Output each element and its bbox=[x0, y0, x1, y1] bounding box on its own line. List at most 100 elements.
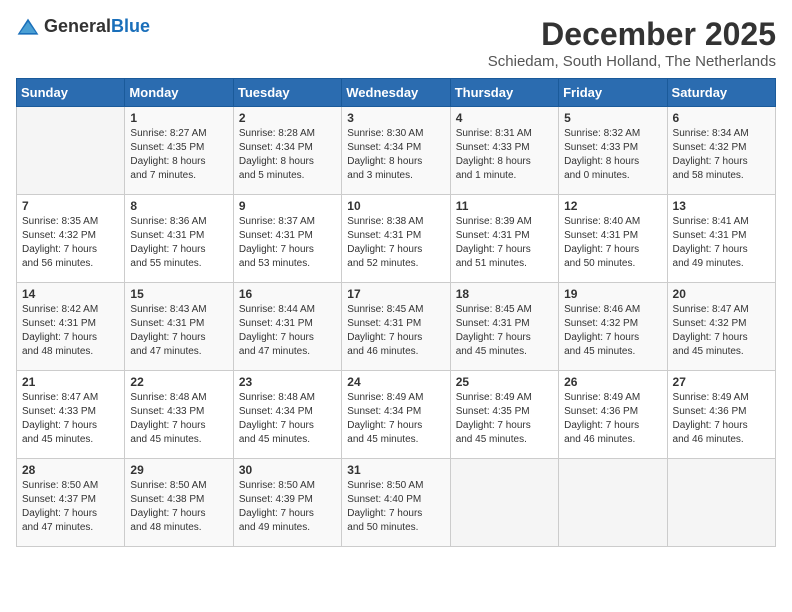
cell-content: Sunrise: 8:43 AM Sunset: 4:31 PM Dayligh… bbox=[130, 303, 227, 359]
calendar-cell: 1Sunrise: 8:27 AM Sunset: 4:35 PM Daylig… bbox=[125, 107, 233, 195]
day-number: 6 bbox=[673, 111, 770, 125]
calendar-cell: 29 Sunrise: 8:50 AM Sunset: 4:38 PM Dayli… bbox=[125, 459, 233, 547]
column-header-monday: Monday bbox=[125, 79, 233, 107]
week-row-4: 21 Sunrise: 8:47 AM Sunset: 4:33 PM Dayli… bbox=[17, 371, 776, 459]
calendar-cell: 25 Sunrise: 8:49 AM Sunset: 4:35 PM Dayli… bbox=[450, 371, 558, 459]
week-row-3: 14 Sunrise: 8:42 AM Sunset: 4:31 PM Dayli… bbox=[17, 283, 776, 371]
day-number: 17 bbox=[347, 287, 444, 301]
logo-general-text: General bbox=[44, 16, 111, 36]
cell-content: Sunrise: 8:35 AM Sunset: 4:32 PM Dayligh… bbox=[22, 215, 119, 271]
cell-content: Sunrise: 8:28 AM Sunset: 4:34 PM Dayligh… bbox=[239, 127, 336, 183]
cell-content: Sunrise: 8:42 AM Sunset: 4:31 PM Dayligh… bbox=[22, 303, 119, 359]
day-number: 9 bbox=[239, 199, 336, 213]
cell-content: Sunrise: 8:48 AM Sunset: 4:33 PM Dayligh… bbox=[130, 391, 227, 447]
logo-icon bbox=[16, 17, 40, 37]
day-number: 24 bbox=[347, 375, 444, 389]
cell-content: Sunrise: 8:45 AM Sunset: 4:31 PM Dayligh… bbox=[347, 303, 444, 359]
column-header-friday: Friday bbox=[559, 79, 667, 107]
calendar-cell: 7 Sunrise: 8:35 AM Sunset: 4:32 PM Daylig… bbox=[17, 195, 125, 283]
calendar-cell bbox=[450, 459, 558, 547]
cell-content: Sunrise: 8:41 AM Sunset: 4:31 PM Dayligh… bbox=[673, 215, 770, 271]
calendar-cell: 24 Sunrise: 8:49 AM Sunset: 4:34 PM Dayli… bbox=[342, 371, 450, 459]
day-number: 14 bbox=[22, 287, 119, 301]
calendar-cell: 30Sunrise: 8:50 AM Sunset: 4:39 PM Dayli… bbox=[233, 459, 341, 547]
calendar-cell: 12Sunrise: 8:40 AM Sunset: 4:31 PM Dayli… bbox=[559, 195, 667, 283]
calendar-cell: 21 Sunrise: 8:47 AM Sunset: 4:33 PM Dayli… bbox=[17, 371, 125, 459]
day-number: 28 bbox=[22, 463, 119, 477]
cell-content: Sunrise: 8:45 AM Sunset: 4:31 PM Dayligh… bbox=[456, 303, 553, 359]
day-number: 3 bbox=[347, 111, 444, 125]
cell-content: Sunrise: 8:37 AM Sunset: 4:31 PM Dayligh… bbox=[239, 215, 336, 271]
calendar-cell: 27Sunrise: 8:49 AM Sunset: 4:36 PM Dayli… bbox=[667, 371, 775, 459]
calendar-cell: 3Sunrise: 8:30 AM Sunset: 4:34 PM Daylig… bbox=[342, 107, 450, 195]
calendar-cell bbox=[667, 459, 775, 547]
week-row-2: 7 Sunrise: 8:35 AM Sunset: 4:32 PM Daylig… bbox=[17, 195, 776, 283]
day-number: 22 bbox=[130, 375, 227, 389]
day-number: 21 bbox=[22, 375, 119, 389]
cell-content: Sunrise: 8:36 AM Sunset: 4:31 PM Dayligh… bbox=[130, 215, 227, 271]
cell-content: Sunrise: 8:50 AM Sunset: 4:40 PM Dayligh… bbox=[347, 479, 444, 535]
cell-content: Sunrise: 8:48 AM Sunset: 4:34 PM Dayligh… bbox=[239, 391, 336, 447]
cell-content: Sunrise: 8:39 AM Sunset: 4:31 PM Dayligh… bbox=[456, 215, 553, 271]
calendar-cell: 6Sunrise: 8:34 AM Sunset: 4:32 PM Daylig… bbox=[667, 107, 775, 195]
cell-content: Sunrise: 8:47 AM Sunset: 4:32 PM Dayligh… bbox=[673, 303, 770, 359]
day-number: 27 bbox=[673, 375, 770, 389]
calendar-cell: 14 Sunrise: 8:42 AM Sunset: 4:31 PM Dayli… bbox=[17, 283, 125, 371]
day-number: 16 bbox=[239, 287, 336, 301]
cell-content: Sunrise: 8:47 AM Sunset: 4:33 PM Dayligh… bbox=[22, 391, 119, 447]
calendar-cell: 26Sunrise: 8:49 AM Sunset: 4:36 PM Dayli… bbox=[559, 371, 667, 459]
day-number: 5 bbox=[564, 111, 661, 125]
cell-content: Sunrise: 8:40 AM Sunset: 4:31 PM Dayligh… bbox=[564, 215, 661, 271]
calendar-cell: 9 Sunrise: 8:37 AM Sunset: 4:31 PM Daylig… bbox=[233, 195, 341, 283]
cell-content: Sunrise: 8:50 AM Sunset: 4:39 PM Dayligh… bbox=[239, 479, 336, 535]
calendar-table: SundayMondayTuesdayWednesdayThursdayFrid… bbox=[16, 78, 776, 547]
calendar-cell: 20 Sunrise: 8:47 AM Sunset: 4:32 PM Dayli… bbox=[667, 283, 775, 371]
day-number: 20 bbox=[673, 287, 770, 301]
day-number: 13 bbox=[673, 199, 770, 213]
calendar-cell: 10 Sunrise: 8:38 AM Sunset: 4:31 PM Dayli… bbox=[342, 195, 450, 283]
day-number: 18 bbox=[456, 287, 553, 301]
calendar-cell: 31 Sunrise: 8:50 AM Sunset: 4:40 PM Dayli… bbox=[342, 459, 450, 547]
header: GeneralBlue December 2025 Schiedam, Sout… bbox=[16, 16, 776, 70]
calendar-cell bbox=[559, 459, 667, 547]
month-title: December 2025 bbox=[488, 16, 776, 53]
day-number: 10 bbox=[347, 199, 444, 213]
day-number: 31 bbox=[347, 463, 444, 477]
cell-content: Sunrise: 8:32 AM Sunset: 4:33 PM Dayligh… bbox=[564, 127, 661, 183]
day-number: 23 bbox=[239, 375, 336, 389]
cell-content: Sunrise: 8:50 AM Sunset: 4:37 PM Dayligh… bbox=[22, 479, 119, 535]
cell-content: Sunrise: 8:50 AM Sunset: 4:38 PM Dayligh… bbox=[130, 479, 227, 535]
column-header-wednesday: Wednesday bbox=[342, 79, 450, 107]
week-row-5: 28 Sunrise: 8:50 AM Sunset: 4:37 PM Dayli… bbox=[17, 459, 776, 547]
calendar-cell: 13 Sunrise: 8:41 AM Sunset: 4:31 PM Dayli… bbox=[667, 195, 775, 283]
cell-content: Sunrise: 8:46 AM Sunset: 4:32 PM Dayligh… bbox=[564, 303, 661, 359]
cell-content: Sunrise: 8:38 AM Sunset: 4:31 PM Dayligh… bbox=[347, 215, 444, 271]
day-number: 4 bbox=[456, 111, 553, 125]
cell-content: Sunrise: 8:27 AM Sunset: 4:35 PM Dayligh… bbox=[130, 127, 227, 183]
calendar-cell: 8Sunrise: 8:36 AM Sunset: 4:31 PM Daylig… bbox=[125, 195, 233, 283]
cell-content: Sunrise: 8:44 AM Sunset: 4:31 PM Dayligh… bbox=[239, 303, 336, 359]
calendar-cell: 19Sunrise: 8:46 AM Sunset: 4:32 PM Dayli… bbox=[559, 283, 667, 371]
week-row-1: 1Sunrise: 8:27 AM Sunset: 4:35 PM Daylig… bbox=[17, 107, 776, 195]
location-title: Schiedam, South Holland, The Netherlands bbox=[488, 53, 776, 70]
day-number: 11 bbox=[456, 199, 553, 213]
cell-content: Sunrise: 8:49 AM Sunset: 4:36 PM Dayligh… bbox=[564, 391, 661, 447]
column-header-tuesday: Tuesday bbox=[233, 79, 341, 107]
calendar-cell: 5 Sunrise: 8:32 AM Sunset: 4:33 PM Daylig… bbox=[559, 107, 667, 195]
day-number: 29 bbox=[130, 463, 227, 477]
calendar-cell: 16 Sunrise: 8:44 AM Sunset: 4:31 PM Dayli… bbox=[233, 283, 341, 371]
day-number: 15 bbox=[130, 287, 227, 301]
calendar-cell: 17 Sunrise: 8:45 AM Sunset: 4:31 PM Dayli… bbox=[342, 283, 450, 371]
day-number: 25 bbox=[456, 375, 553, 389]
calendar-cell: 15 Sunrise: 8:43 AM Sunset: 4:31 PM Dayli… bbox=[125, 283, 233, 371]
column-header-saturday: Saturday bbox=[667, 79, 775, 107]
logo-blue-text: Blue bbox=[111, 16, 150, 36]
calendar-cell: 18 Sunrise: 8:45 AM Sunset: 4:31 PM Dayli… bbox=[450, 283, 558, 371]
day-number: 7 bbox=[22, 199, 119, 213]
cell-content: Sunrise: 8:49 AM Sunset: 4:35 PM Dayligh… bbox=[456, 391, 553, 447]
logo: GeneralBlue bbox=[16, 16, 150, 37]
column-header-sunday: Sunday bbox=[17, 79, 125, 107]
calendar-cell: 4Sunrise: 8:31 AM Sunset: 4:33 PM Daylig… bbox=[450, 107, 558, 195]
title-area: December 2025 Schiedam, South Holland, T… bbox=[488, 16, 776, 70]
cell-content: Sunrise: 8:49 AM Sunset: 4:34 PM Dayligh… bbox=[347, 391, 444, 447]
